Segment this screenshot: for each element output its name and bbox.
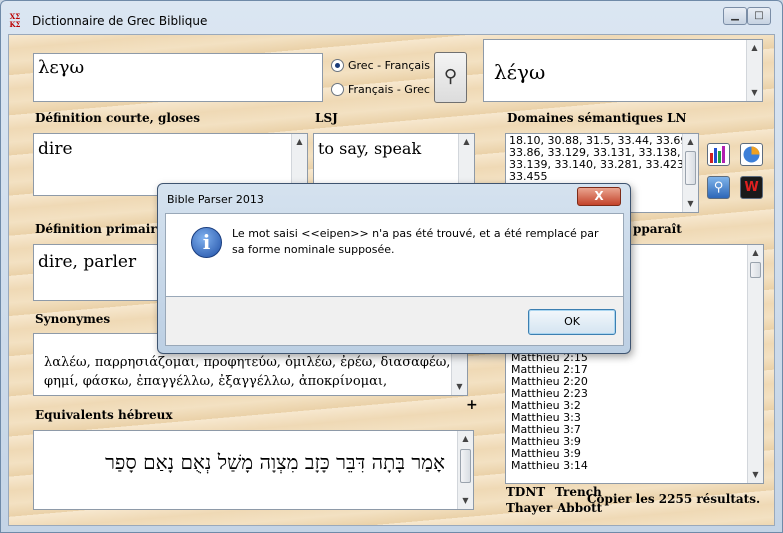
domaines-scrollbar[interactable]: ▲ ▼ bbox=[682, 134, 698, 212]
logo-icon[interactable]: W bbox=[740, 176, 763, 199]
thayer-link[interactable]: Thayer bbox=[506, 501, 552, 515]
domaines-label: Domaines sémantiques LN bbox=[507, 111, 687, 125]
search-input-value: λεγω bbox=[38, 57, 85, 78]
dialog-message: Le mot saisi <<eipen>> n'a pas été trouv… bbox=[232, 227, 599, 256]
bar-chart-icon[interactable] bbox=[707, 143, 730, 166]
definition-courte-value: dire bbox=[38, 139, 73, 159]
app-icon: XΣ ΚΣ bbox=[9, 12, 21, 29]
dialog-title: Bible Parser 2013 bbox=[167, 193, 264, 206]
pie-chart-icon[interactable] bbox=[740, 143, 763, 166]
equivalents-value: אָמַר בָּתָה דִּבֵּר כָּזָב מִצְוָה מָשַ… bbox=[105, 450, 445, 474]
equivalents-scrollbar[interactable]: ▲ ▼ bbox=[457, 431, 473, 509]
result-word-box: λέγω ▲ ▼ bbox=[483, 39, 763, 102]
search-icon: ⚲ bbox=[443, 66, 458, 87]
equivalents-field[interactable]: אָמַר בָּתָה דִּבֵּר כָּזָב מִצְוָה מָשַ… bbox=[33, 430, 474, 510]
tdnt-link[interactable]: TDNT bbox=[506, 485, 545, 499]
radio-grec-francais[interactable] bbox=[331, 59, 344, 72]
title-bar[interactable]: XΣ ΚΣ Dictionnaire de Grec Biblique ▁ □ bbox=[1, 1, 782, 33]
minimize-button[interactable]: ▁ bbox=[723, 7, 747, 25]
definition-primaire-value: dire, parler bbox=[38, 252, 137, 272]
result-word-scrollbar[interactable]: ▲ ▼ bbox=[746, 40, 762, 101]
list-item[interactable]: Matthieu 3:14 bbox=[508, 460, 588, 472]
maximize-button[interactable]: □ bbox=[747, 7, 771, 25]
radio-grec-francais-label[interactable]: Grec - Français bbox=[348, 59, 430, 72]
magnifier-icon[interactable]: ⚲ bbox=[707, 176, 730, 199]
dialog-body: i Le mot saisi <<eipen>> n'a pas été tro… bbox=[165, 213, 624, 297]
domaines-line: 33.455 bbox=[509, 170, 548, 183]
definition-primaire-label: Définition primaire bbox=[35, 222, 165, 236]
synonymes-line: λαλέω, παρρησιάζομαι, προφητεύω, ὁμιλέω,… bbox=[44, 355, 451, 370]
radio-francais-grec[interactable] bbox=[331, 83, 344, 96]
plus-button[interactable]: + bbox=[466, 397, 478, 413]
apparait-label: pparaît bbox=[633, 222, 682, 236]
references-scrollbar[interactable]: ▲ ▼ bbox=[747, 245, 763, 483]
search-button[interactable]: ⚲ bbox=[434, 52, 467, 103]
lsj-value: to say, speak bbox=[318, 139, 422, 158]
definition-courte-label: Définition courte, gloses bbox=[35, 111, 201, 125]
radio-francais-grec-label[interactable]: Français - Grec bbox=[348, 83, 430, 96]
info-icon: i bbox=[191, 227, 222, 258]
result-word: λέγω bbox=[494, 60, 546, 84]
dialog-close-button[interactable]: X bbox=[577, 187, 621, 206]
synonymes-line: φημί, φάσκω, ἐπαγγέλλω, ἐξαγγέλλω, ἀποκρ… bbox=[44, 374, 388, 389]
equivalents-label: Equivalents hébreux bbox=[35, 408, 173, 422]
dialog-footer: OK bbox=[165, 297, 624, 346]
search-input[interactable]: λεγω bbox=[33, 53, 323, 102]
synonymes-label: Synonymes bbox=[35, 312, 111, 326]
window-title: Dictionnaire de Grec Biblique bbox=[32, 14, 208, 28]
copy-results-link[interactable]: Copier les 2255 résultats. bbox=[587, 492, 760, 506]
message-dialog: Bible Parser 2013 X i Le mot saisi <<eip… bbox=[157, 183, 631, 354]
ok-button[interactable]: OK bbox=[528, 309, 616, 335]
lsj-label: LSJ bbox=[315, 111, 338, 125]
